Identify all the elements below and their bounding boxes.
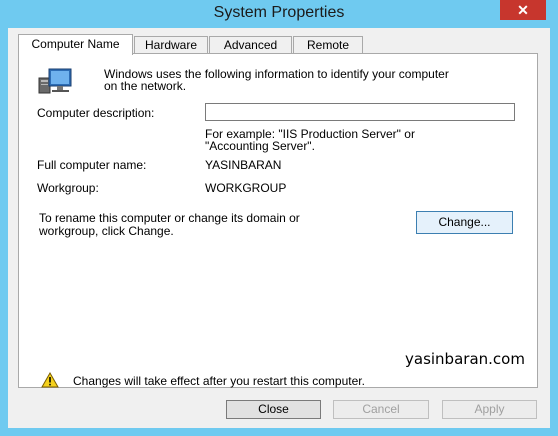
close-window-button[interactable]: ✕ <box>500 0 546 20</box>
apply-button[interactable]: Apply <box>442 400 537 419</box>
workgroup-value: WORKGROUP <box>205 181 287 195</box>
tab-computer-name[interactable]: Computer Name <box>18 34 133 55</box>
close-icon: ✕ <box>517 2 529 18</box>
warning-icon <box>41 372 59 388</box>
tab-hardware[interactable]: Hardware <box>134 36 208 53</box>
computer-icon <box>38 68 72 94</box>
rename-text-line-1: To rename this computer or change its do… <box>39 211 300 225</box>
workgroup-label: Workgroup: <box>37 181 99 195</box>
full-computer-name-label: Full computer name: <box>37 158 147 172</box>
computer-name-panel: Windows uses the following information t… <box>18 53 538 388</box>
change-button[interactable]: Change... <box>416 211 513 234</box>
example-text-line-2: "Accounting Server". <box>205 139 315 153</box>
watermark-text: yasinbaran.com <box>405 350 525 368</box>
close-button[interactable]: Close <box>226 400 321 419</box>
window-title: System Properties <box>213 4 345 21</box>
computer-description-input[interactable] <box>205 103 515 121</box>
dialog-client-area: Computer Name Hardware Advanced Remote W… <box>8 28 550 428</box>
system-properties-window: System Properties ✕ Computer Name Hardwa… <box>0 0 558 436</box>
tab-advanced[interactable]: Advanced <box>209 36 292 53</box>
tab-remote[interactable]: Remote <box>293 36 363 53</box>
restart-warning-text: Changes will take effect after you resta… <box>73 374 365 388</box>
full-computer-name-value: YASINBARAN <box>205 158 282 172</box>
intro-text-line-2: on the network. <box>104 79 187 93</box>
title-bar[interactable]: System Properties ✕ <box>0 0 558 28</box>
computer-description-label: Computer description: <box>37 106 155 120</box>
rename-text-line-2: workgroup, click Change. <box>39 224 174 238</box>
cancel-button[interactable]: Cancel <box>333 400 429 419</box>
